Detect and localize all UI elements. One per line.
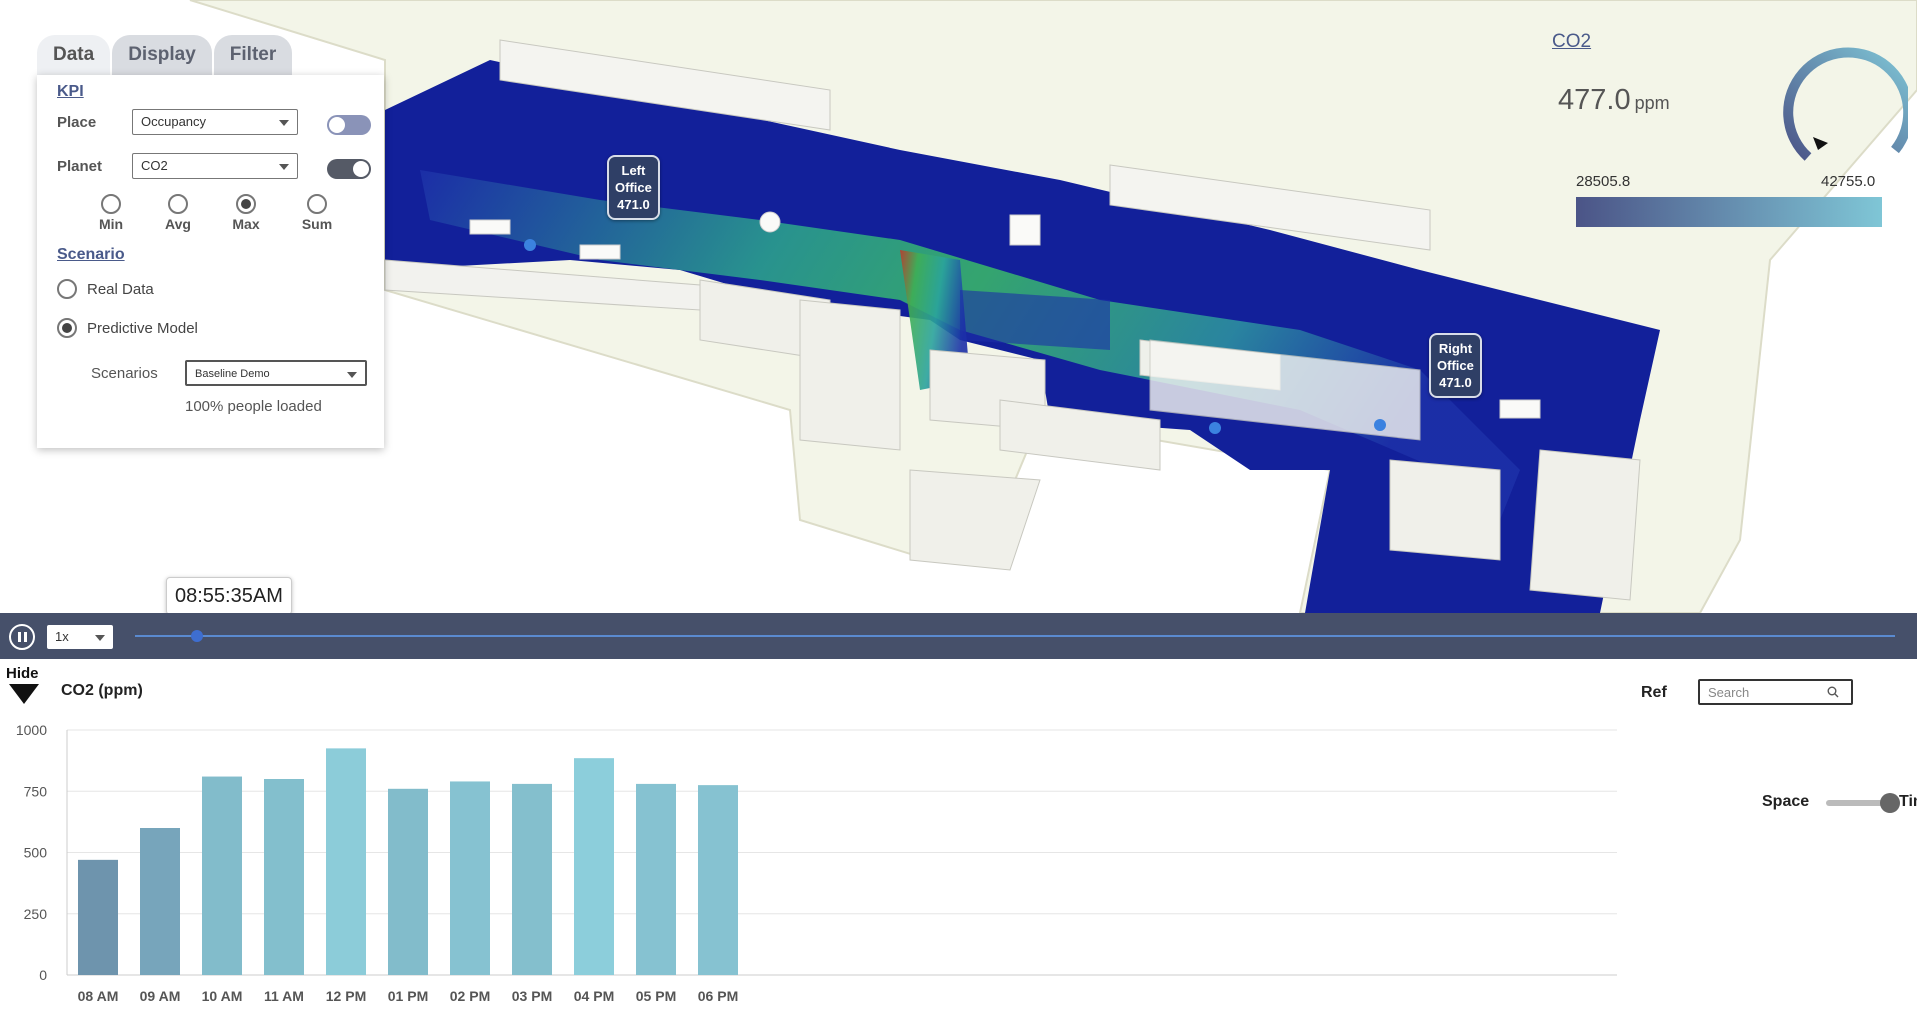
radio-predictive-model[interactable] <box>57 318 77 338</box>
time-label: Time <box>1899 793 1917 810</box>
search-icon <box>1827 686 1839 698</box>
current-time-tooltip: 08:55:35AM <box>166 577 292 615</box>
space-time-toggle-knob[interactable] <box>1880 793 1900 813</box>
chart-bar[interactable] <box>202 776 242 975</box>
radio-predictive-model-label: Predictive Model <box>87 320 198 337</box>
y-tick-label: 750 <box>24 783 48 799</box>
speed-value: 1x <box>55 629 69 644</box>
planet-toggle[interactable] <box>327 159 371 179</box>
x-tick-label: 03 PM <box>512 988 552 1004</box>
x-tick-label: 12 PM <box>326 988 366 1004</box>
chart-bar[interactable] <box>574 758 614 975</box>
metric-unit: ppm <box>1634 93 1670 113</box>
x-tick-label: 01 PM <box>388 988 428 1004</box>
app-root: Left Office 471.0 Right Office 471.0 Dat… <box>0 0 1917 1023</box>
toggle-knob <box>353 161 369 177</box>
chevron-down-icon <box>279 120 289 126</box>
floor-label-left-office[interactable]: Left Office 471.0 <box>607 155 660 220</box>
speed-dropdown[interactable]: 1x <box>47 625 113 649</box>
x-tick-label: 02 PM <box>450 988 490 1004</box>
co2-bar-chart: 0 250 500 750 1000 08 AM 09 AM 10 AM 11 AM 12 PM… <box>16 722 1617 1004</box>
radio-min[interactable] <box>101 194 121 214</box>
range-min: 28505.8 <box>1576 173 1631 190</box>
radio-min-label: Min <box>98 216 124 232</box>
radio-avg-label: Avg <box>165 216 191 232</box>
range-max: 42755.0 <box>1821 173 1876 190</box>
scenarios-dropdown[interactable]: Baseline Demo <box>185 360 367 386</box>
scenarios-label: Scenarios <box>91 365 158 382</box>
y-tick-label: 250 <box>24 906 48 922</box>
place-dropdown[interactable]: Occupancy <box>132 109 298 135</box>
x-tick-label: 05 PM <box>636 988 676 1004</box>
hide-chart-label[interactable]: Hide <box>6 665 39 682</box>
place-dropdown-value: Occupancy <box>141 114 207 129</box>
scenario-section-title: Scenario <box>57 246 125 263</box>
people-loaded-text: 100% people loaded <box>185 398 322 415</box>
planet-label: Planet <box>57 158 103 175</box>
tab-display[interactable]: Display <box>112 35 212 75</box>
chart-bars <box>78 748 738 975</box>
radio-max-label: Max <box>232 216 260 232</box>
space-label: Space <box>1762 793 1810 810</box>
chart-x-axis: 08 AM 09 AM 10 AM 11 AM 12 PM 01 PM 02 PM 03 PM… <box>78 988 739 1004</box>
radio-real-data-label: Real Data <box>87 281 154 298</box>
x-tick-label: 11 AM <box>264 988 304 1004</box>
chart-bar[interactable] <box>388 788 428 975</box>
chevron-down-icon <box>279 164 289 170</box>
chart-title: CO2 (ppm) <box>61 682 143 699</box>
timeline-bar: 1x <box>0 613 1917 659</box>
chart-bar[interactable] <box>512 783 552 975</box>
floor-label-right-office[interactable]: Right Office 471.0 <box>1429 333 1482 398</box>
place-label: Place <box>57 114 97 131</box>
toggle-knob <box>329 117 345 133</box>
panel-body: KPI Place Occupancy Planet CO2 Min Avg M… <box>37 75 384 448</box>
place-toggle[interactable] <box>327 115 371 135</box>
chart-bar[interactable] <box>698 785 738 975</box>
metric-value-display: 477.0 ppm <box>1558 84 1670 117</box>
y-tick-label: 0 <box>39 967 47 983</box>
radio-max[interactable] <box>236 194 256 214</box>
tab-filter[interactable]: Filter <box>213 35 293 75</box>
y-tick-label: 500 <box>24 845 48 861</box>
radio-sum-label: Sum <box>301 216 333 232</box>
control-panel: Data Display Filter KPI Place Occupancy … <box>37 35 384 448</box>
metric-gauge <box>1783 47 1908 161</box>
timeline-track[interactable] <box>135 635 1895 637</box>
color-scale-bar <box>1576 197 1882 227</box>
radio-real-data[interactable] <box>57 279 77 299</box>
metric-value: 477.0 <box>1558 84 1631 116</box>
x-tick-label: 06 PM <box>698 988 738 1004</box>
timeline-thumb[interactable] <box>190 630 203 642</box>
y-tick-label: 1000 <box>16 722 47 738</box>
pause-button[interactable] <box>9 624 35 650</box>
tab-data[interactable]: Data <box>37 35 111 75</box>
chart-bar[interactable] <box>636 783 676 975</box>
kpi-section-title: KPI <box>57 83 84 100</box>
chart-bar[interactable] <box>264 779 304 975</box>
chart-bar[interactable] <box>140 828 180 975</box>
chevron-down-icon <box>347 372 357 378</box>
gauge-pointer-icon <box>1813 137 1828 150</box>
radio-sum[interactable] <box>307 194 327 214</box>
chart-bar[interactable] <box>326 748 366 975</box>
radio-avg[interactable] <box>168 194 188 214</box>
metric-title[interactable]: CO2 <box>1552 31 1591 53</box>
collapse-triangle-icon[interactable] <box>9 684 39 704</box>
planet-dropdown[interactable]: CO2 <box>132 153 298 179</box>
chart-bar[interactable] <box>78 859 118 975</box>
x-tick-label: 04 PM <box>574 988 614 1004</box>
panel-tabs: Data Display Filter <box>37 35 294 75</box>
chevron-down-icon <box>95 635 105 641</box>
x-tick-label: 10 AM <box>202 988 243 1004</box>
scenarios-dropdown-value: Baseline Demo <box>195 368 270 380</box>
x-tick-label: 08 AM <box>78 988 119 1004</box>
planet-dropdown-value: CO2 <box>141 158 168 173</box>
ref-label: Ref <box>1641 684 1667 701</box>
chart-bar[interactable] <box>450 781 490 975</box>
x-tick-label: 09 AM <box>140 988 181 1004</box>
